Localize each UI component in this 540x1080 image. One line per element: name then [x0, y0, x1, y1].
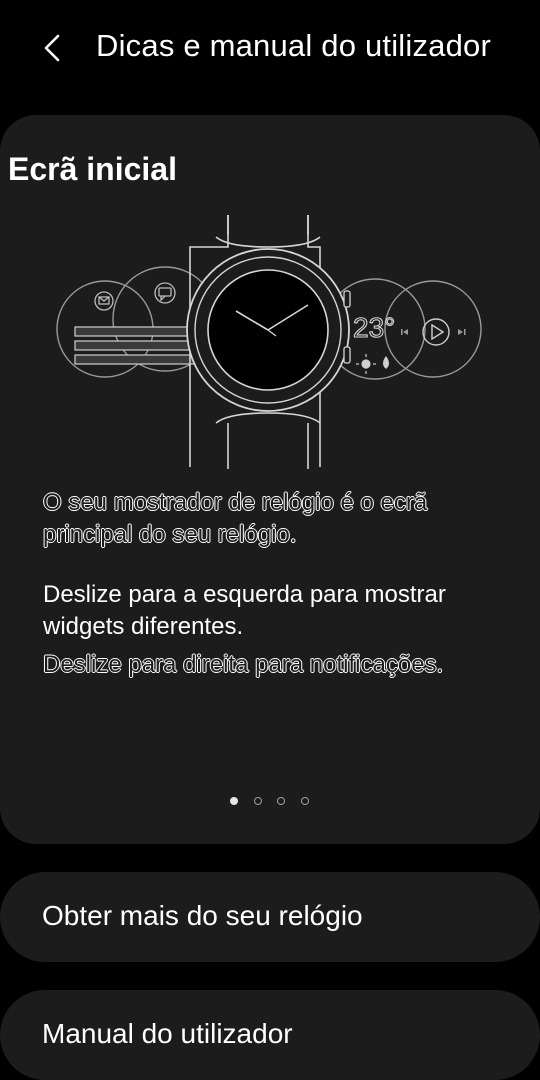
temperature-label: 23°: [353, 312, 395, 343]
previous-icon: [401, 329, 408, 335]
get-more-label: Obter mais do seu relógio: [42, 900, 363, 931]
next-icon: [458, 329, 466, 335]
play-icon: [422, 318, 450, 346]
user-manual-button[interactable]: Manual do utilizador: [0, 990, 540, 1080]
page-indicator: [0, 797, 540, 809]
sun-icon: [356, 354, 376, 374]
page-title: Dicas e manual do utilizador: [96, 28, 492, 63]
chat-icon: [154, 282, 176, 304]
back-button[interactable]: [28, 22, 80, 74]
tip-card[interactable]: Ecrã inicial 23° O seu mostrador de reló…: [0, 115, 540, 844]
page-dot-active[interactable]: [230, 797, 238, 805]
tip-paragraph-watch-face: O seu mostrador de relógio é o ecrã prin…: [42, 488, 428, 548]
water-drop-icon: [383, 356, 389, 369]
app-header: Dicas e manual do utilizador: [0, 0, 540, 100]
tip-paragraph-notifications: Deslize para direita para notificações.: [42, 650, 444, 678]
mail-icon: [94, 291, 114, 311]
chevron-left-icon: [44, 34, 60, 62]
media-widget-circle: [384, 280, 482, 378]
page-dot[interactable]: [254, 797, 262, 805]
get-more-button[interactable]: Obter mais do seu relógio: [0, 872, 540, 962]
user-manual-label: Manual do utilizador: [42, 1018, 293, 1049]
card-title: Ecrã inicial: [8, 151, 177, 187]
page-dot[interactable]: [277, 797, 285, 805]
watch-illustration: 23°: [56, 215, 482, 469]
tip-paragraph-widgets: Deslize para a esquerda para mostrar wid…: [43, 581, 446, 640]
page-dot[interactable]: [301, 797, 309, 805]
